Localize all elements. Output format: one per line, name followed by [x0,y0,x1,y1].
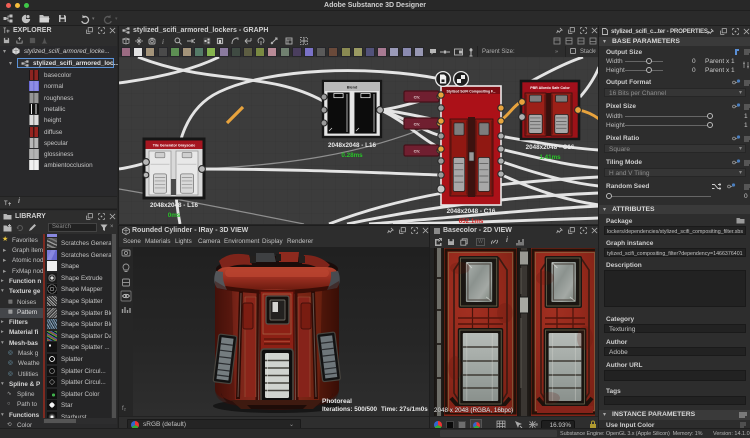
svg-text:Stylized SciFi Compositing F..: Stylized SciFi Compositing F... [447,89,496,93]
svg-text:Ch:: Ch: [414,149,421,154]
svg-text:Iterations: 500/500: Iterations: 500/500 [322,406,377,413]
svg-text:Ch:: Ch: [414,95,421,100]
svg-text:Blend: Blend [347,86,358,90]
svg-text:2048x2048 - C16: 2048x2048 - C16 [526,144,575,151]
svg-text:0ms: 0ms [168,212,181,219]
svg-text:Photoreal: Photoreal [322,398,352,405]
svg-text:2048x2048 - C16: 2048x2048 - C16 [447,208,496,215]
svg-text:Time: 27s/1m0s: Time: 27s/1m0s [381,406,428,413]
svg-text:f₂: f₂ [122,406,127,412]
svg-text:Tile Generator Grayscale: Tile Generator Grayscale [153,144,195,148]
svg-text:2048 x 2048 (RGBA, 16bpc): 2048 x 2048 (RGBA, 16bpc) [434,407,513,414]
svg-text:i: i [162,38,164,45]
svg-text:PBR Albedo Safe Color: PBR Albedo Safe Color [530,86,570,90]
svg-text:0.28ms: 0.28ms [341,152,363,159]
svg-text:Ch:: Ch: [414,122,421,127]
svg-text:1.41ms: 1.41ms [539,154,561,161]
svg-text:2048x2048 - L16: 2048x2048 - L16 [328,142,376,149]
svg-text:2048x2048 - L16: 2048x2048 - L16 [150,202,198,209]
svg-text:652.1ms: 652.1ms [459,218,484,224]
